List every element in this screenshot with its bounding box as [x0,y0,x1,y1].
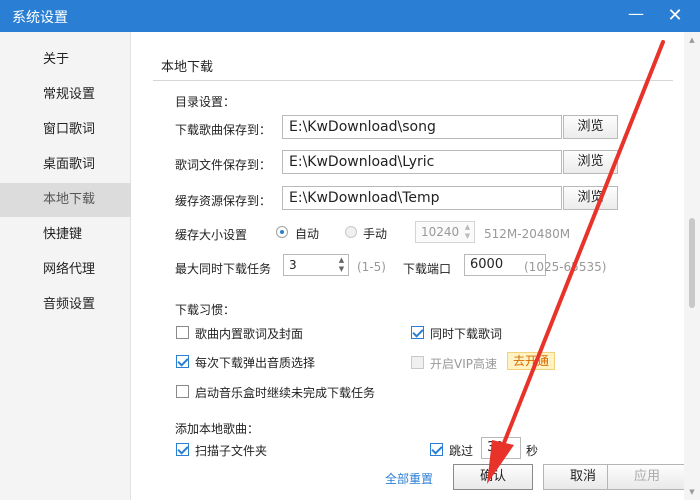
title-bar: 系统设置 — ✕ [0,0,700,32]
scrollbar[interactable]: ▲ ▼ [684,32,700,500]
cache-auto-label[interactable]: 自动 [295,225,319,242]
skip-unit-label: 秒 [526,444,539,458]
cache-manual-radio[interactable] [345,226,357,238]
port-range: (1025-65535) [524,260,607,274]
sidebar-item-about[interactable]: 关于 [0,43,131,77]
sidebar-item-audio[interactable]: 音频设置 [0,288,131,322]
cache-size-label: 缓存大小设置 [175,228,248,242]
cache-dir-browse-button[interactable]: 浏览 [563,186,618,210]
resume-tasks-checkbox[interactable] [176,385,189,398]
scroll-down-icon[interactable]: ▼ [688,488,696,496]
section-title: 本地下载 [161,60,214,75]
cache-dir-label: 缓存资源保存到： [175,194,272,208]
habits-heading: 下载习惯： [175,303,236,317]
scan-subfolders-label[interactable]: 扫描子文件夹 [195,442,267,459]
stepper-arrows-icon[interactable]: ▲ ▼ [337,256,346,274]
window-title: 系统设置 [12,10,68,26]
local-songs-heading: 添加本地歌曲： [175,422,260,436]
sidebar-item-local-download[interactable]: 本地下载 [0,183,131,217]
scroll-up-icon[interactable]: ▲ [688,36,696,44]
song-dir-label: 下载歌曲保存到： [175,123,272,137]
directory-heading: 目录设置： [175,95,236,109]
reset-all-link[interactable]: 全部重置 [385,470,433,487]
cache-auto-radio[interactable] [276,226,288,238]
cache-range-hint: 512M-20480M [484,227,571,241]
cache-dir-field[interactable]: E:\KwDownload\Temp [282,186,562,210]
quality-popup-checkbox[interactable] [176,355,189,368]
max-tasks-range: (1-5) [357,260,386,274]
scan-subfolders-checkbox[interactable] [176,443,189,456]
sidebar-item-window-lyrics[interactable]: 窗口歌词 [0,113,131,147]
quality-popup-label[interactable]: 每次下载弹出音质选择 [195,354,315,371]
max-tasks-label: 最大同时下载任务 [175,262,272,276]
vip-activate-badge[interactable]: 去开通 [507,352,556,370]
download-lyrics-checkbox[interactable] [411,326,424,339]
port-label: 下载端口 [403,262,452,276]
vip-speed-label: 开启VIP高速 [430,357,497,371]
cache-manual-label[interactable]: 手动 [363,225,387,242]
skip-short-label[interactable]: 跳过 [449,442,473,459]
sidebar-item-general[interactable]: 常规设置 [0,78,131,112]
vip-speed-checkbox[interactable] [411,356,424,369]
max-tasks-value: 3 [289,258,297,272]
lyric-dir-label: 歌词文件保存到： [175,158,272,172]
scrollbar-thumb[interactable] [689,218,695,308]
close-icon[interactable]: ✕ [664,5,686,27]
sidebar-item-shortcuts[interactable]: 快捷键 [0,218,131,252]
settings-panel: 本地下载 目录设置： 下载歌曲保存到： E:\KwDownload\song 浏… [131,32,687,500]
song-dir-field[interactable]: E:\KwDownload\song [282,115,562,139]
max-tasks-stepper[interactable]: 3 ▲ ▼ [283,254,349,276]
embed-lyrics-checkbox[interactable] [176,326,189,339]
embed-lyrics-label[interactable]: 歌曲内置歌词及封面 [195,325,303,342]
cache-size-stepper[interactable]: 10240 ▲ ▼ [415,221,475,243]
resume-tasks-label[interactable]: 启动音乐盒时继续未完成下载任务 [195,384,375,401]
song-dir-browse-button[interactable]: 浏览 [563,115,618,139]
section-divider [153,80,673,81]
apply-button[interactable]: 应用 [607,464,687,490]
ok-button[interactable]: 确认 [453,464,533,490]
skip-seconds-input[interactable]: 30 [481,437,521,459]
sidebar: 关于 常规设置 窗口歌词 桌面歌词 本地下载 快捷键 网络代理 音频设置 [0,32,131,500]
minimize-icon[interactable]: — [626,6,646,26]
lyric-dir-browse-button[interactable]: 浏览 [563,150,618,174]
skip-short-checkbox[interactable] [430,443,443,456]
stepper-arrows-icon[interactable]: ▲ ▼ [463,223,472,241]
lyric-dir-field[interactable]: E:\KwDownload\Lyric [282,150,562,174]
sidebar-item-desktop-lyrics[interactable]: 桌面歌词 [0,148,131,182]
download-lyrics-label[interactable]: 同时下载歌词 [430,325,502,342]
cache-size-value: 10240 [421,225,460,239]
sidebar-item-proxy[interactable]: 网络代理 [0,253,131,287]
